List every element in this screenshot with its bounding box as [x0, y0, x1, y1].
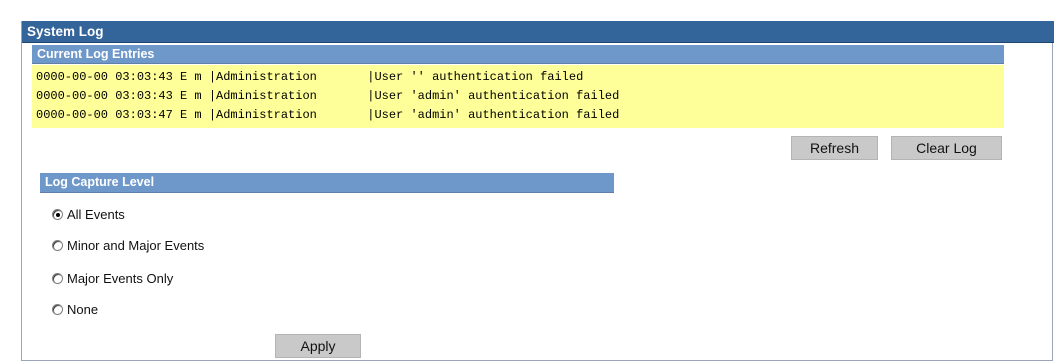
- apply-button[interactable]: Apply: [275, 334, 361, 358]
- capture-option-label: Major Events Only: [67, 270, 174, 286]
- log-entry: 0000-00-00 03:03:47 E m |Administration …: [36, 108, 620, 122]
- capture-option-none[interactable]: None: [52, 300, 98, 318]
- radio-button[interactable]: [52, 303, 63, 315]
- log-entries-area: 0000-00-00 03:03:43 E m |Administration …: [32, 65, 1004, 128]
- capture-option-label: None: [67, 301, 99, 317]
- log-entry: 0000-00-00 03:03:43 E m |Administration …: [36, 89, 620, 103]
- page-title: System Log: [22, 21, 1054, 43]
- clear-log-button[interactable]: Clear Log: [891, 136, 1002, 160]
- capture-option-all-events[interactable]: All Events: [52, 205, 125, 223]
- log-entry: 0000-00-00 03:03:43 E m |Administration …: [36, 70, 584, 84]
- capture-option-major-only[interactable]: Major Events Only: [52, 269, 173, 287]
- radio-button-selected[interactable]: [52, 208, 63, 220]
- system-log-panel: System Log Current Log Entries 0000-00-0…: [21, 21, 1054, 361]
- refresh-button[interactable]: Refresh: [791, 136, 878, 160]
- capture-option-minor-and-major[interactable]: Minor and Major Events: [52, 236, 204, 254]
- capture-option-label: All Events: [67, 206, 125, 222]
- radio-button[interactable]: [52, 272, 63, 284]
- current-log-entries-header: Current Log Entries: [32, 45, 1004, 64]
- log-capture-level-header: Log Capture Level: [40, 173, 614, 193]
- radio-button[interactable]: [52, 239, 63, 251]
- capture-option-label: Minor and Major Events: [67, 237, 205, 253]
